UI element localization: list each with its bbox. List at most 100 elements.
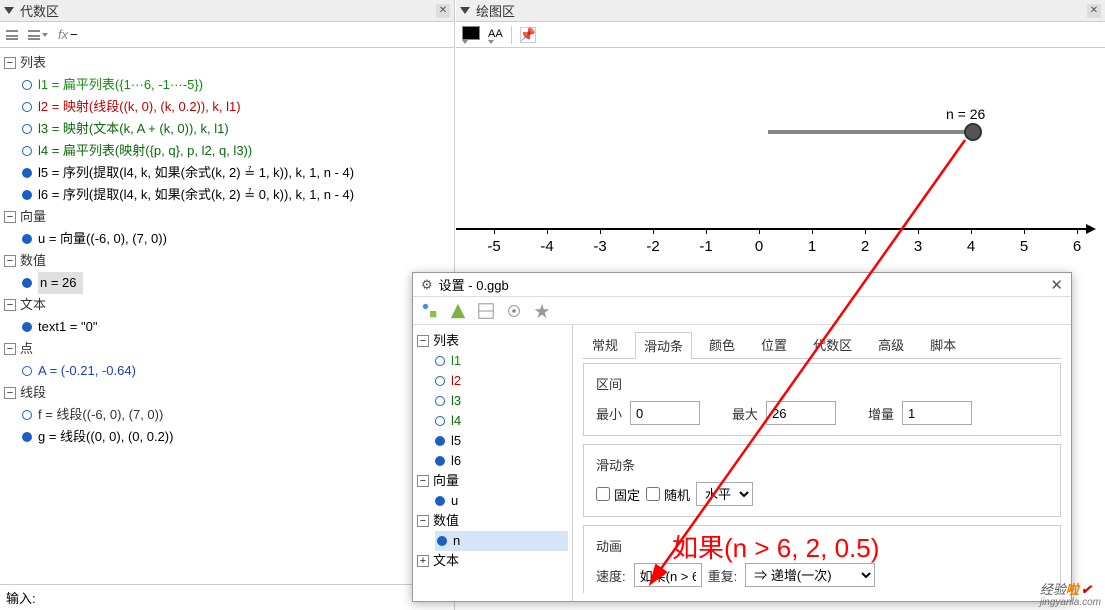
tree-toggle[interactable]: −: [4, 211, 16, 223]
tree-toggle[interactable]: −: [4, 343, 16, 355]
visibility-toggle[interactable]: [22, 366, 32, 376]
repeat-label: 重复:: [708, 566, 738, 585]
dtree-n[interactable]: n: [453, 531, 460, 551]
random-checkbox[interactable]: [646, 487, 660, 501]
tab-color[interactable]: 颜色: [700, 331, 744, 358]
visibility-toggle[interactable]: [22, 168, 32, 178]
speed-input[interactable]: [634, 563, 702, 587]
fixed-checkbox[interactable]: [596, 487, 610, 501]
algebra-fx-button[interactable]: fx−: [58, 27, 78, 42]
layout-icon[interactable]: [477, 302, 495, 320]
tree-toggle[interactable]: +: [417, 555, 429, 567]
item-n[interactable]: n = 26: [38, 272, 83, 294]
dtree-text[interactable]: 文本: [433, 551, 459, 571]
gear-icon: ⚙: [421, 277, 433, 293]
tab-general[interactable]: 常规: [583, 331, 627, 358]
visibility-toggle[interactable]: [22, 124, 32, 134]
tab-position[interactable]: 位置: [752, 331, 796, 358]
dtree-vector[interactable]: 向量: [433, 471, 459, 491]
orientation-select[interactable]: 水平: [696, 482, 753, 506]
dtree-list[interactable]: 列表: [433, 331, 459, 351]
tab-slider[interactable]: 滑动条: [635, 332, 692, 359]
visibility-toggle[interactable]: [437, 536, 447, 546]
dtree-l2[interactable]: l2: [451, 371, 461, 391]
dialog-close-button[interactable]: ✕: [1050, 276, 1063, 294]
dtree-number[interactable]: 数值: [433, 511, 459, 531]
item-text1[interactable]: text1 = "0": [38, 316, 97, 338]
cat-point[interactable]: 点: [20, 338, 33, 360]
tree-toggle[interactable]: −: [4, 57, 16, 69]
incr-input[interactable]: [902, 401, 972, 425]
visibility-toggle[interactable]: [22, 234, 32, 244]
visibility-toggle[interactable]: [22, 190, 32, 200]
graphics-canvas[interactable]: n = 26 -5-4-3-2-10123456: [456, 48, 1105, 288]
dtree-l3[interactable]: l3: [451, 391, 461, 411]
algebra-order-button[interactable]: [28, 30, 48, 40]
visibility-toggle[interactable]: [435, 456, 445, 466]
slider-track[interactable]: [768, 130, 973, 134]
advanced-icon[interactable]: [533, 302, 551, 320]
min-input[interactable]: [630, 401, 700, 425]
visibility-toggle[interactable]: [22, 278, 32, 288]
tree-toggle[interactable]: −: [417, 475, 429, 487]
axis-tick: [865, 228, 866, 234]
graphics-collapse-toggle[interactable]: [460, 7, 470, 14]
font-size-button[interactable]: AA: [488, 25, 503, 44]
item-f[interactable]: f = 线段((-6, 0), (7, 0)): [38, 404, 163, 426]
visibility-toggle[interactable]: [22, 322, 32, 332]
visibility-toggle[interactable]: [435, 436, 445, 446]
defaults-icon[interactable]: [505, 302, 523, 320]
axis-tick: [759, 228, 760, 234]
item-u[interactable]: u = 向量((-6, 0), (7, 0)): [38, 228, 167, 250]
dtree-l1[interactable]: l1: [451, 351, 461, 371]
dialog-titlebar[interactable]: ⚙ 设置 - 0.ggb ✕: [413, 273, 1071, 297]
cat-vector[interactable]: 向量: [20, 206, 46, 228]
item-l5[interactable]: l5 = 序列(提取(l4, k, 如果(余式(k, 2) ≟ 1, k)), …: [38, 162, 354, 184]
tab-script[interactable]: 脚本: [921, 331, 965, 358]
dtree-l4[interactable]: l4: [451, 411, 461, 431]
visibility-toggle[interactable]: [435, 496, 445, 506]
visibility-toggle[interactable]: [22, 102, 32, 112]
graphics-close-icon[interactable]: ✕: [1087, 4, 1101, 18]
dtree-l6[interactable]: l6: [451, 451, 461, 471]
item-A[interactable]: A = (-0.21, -0.64): [38, 360, 136, 382]
tree-toggle[interactable]: −: [417, 515, 429, 527]
visibility-toggle[interactable]: [435, 396, 445, 406]
visibility-toggle[interactable]: [435, 376, 445, 386]
algebra-collapse-toggle[interactable]: [4, 7, 14, 14]
algebra-close-icon[interactable]: ✕: [436, 4, 450, 18]
visibility-toggle[interactable]: [435, 416, 445, 426]
visibility-toggle[interactable]: [22, 432, 32, 442]
dtree-u[interactable]: u: [451, 491, 458, 511]
item-l2[interactable]: l2 = 映射(线段((k, 0), (k, 0.2)), k, l1): [38, 96, 241, 118]
cat-list[interactable]: 列表: [20, 52, 46, 74]
cat-number[interactable]: 数值: [20, 250, 46, 272]
tree-toggle[interactable]: −: [417, 335, 429, 347]
visibility-toggle[interactable]: [22, 80, 32, 90]
slider-knob[interactable]: [964, 123, 982, 141]
visibility-toggle[interactable]: [22, 146, 32, 156]
item-l6[interactable]: l6 = 序列(提取(l4, k, 如果(余式(k, 2) ≟ 0, k)), …: [38, 184, 354, 206]
objects-icon[interactable]: [421, 302, 439, 320]
cat-text[interactable]: 文本: [20, 294, 46, 316]
repeat-select[interactable]: ⇒ 递增(一次): [745, 563, 875, 587]
algebra-sort-button[interactable]: [6, 30, 18, 40]
pin-button[interactable]: 📌: [520, 27, 536, 43]
dtree-l5[interactable]: l5: [451, 431, 461, 451]
tree-toggle[interactable]: −: [4, 387, 16, 399]
tab-advanced[interactable]: 高级: [869, 331, 913, 358]
tree-toggle[interactable]: −: [4, 299, 16, 311]
cat-segment[interactable]: 线段: [20, 382, 46, 404]
item-l4[interactable]: l4 = 扁平列表(映射({p, q}, p, l2, q, l3)): [38, 140, 252, 162]
item-l1[interactable]: l1 = 扁平列表({1···6, -1···-5}): [38, 74, 203, 96]
item-l3[interactable]: l3 = 映射(文本(k, A + (k, 0)), k, l1): [38, 118, 229, 140]
tree-toggle[interactable]: −: [4, 255, 16, 267]
input-field[interactable]: [42, 590, 448, 605]
item-g[interactable]: g = 线段((0, 0), (0, 0.2)): [38, 426, 173, 448]
visibility-toggle[interactable]: [22, 410, 32, 420]
visibility-toggle[interactable]: [435, 356, 445, 366]
graphics-icon[interactable]: [449, 302, 467, 320]
color-picker[interactable]: [462, 26, 480, 44]
tab-algebra[interactable]: 代数区: [804, 331, 861, 358]
max-input[interactable]: [766, 401, 836, 425]
